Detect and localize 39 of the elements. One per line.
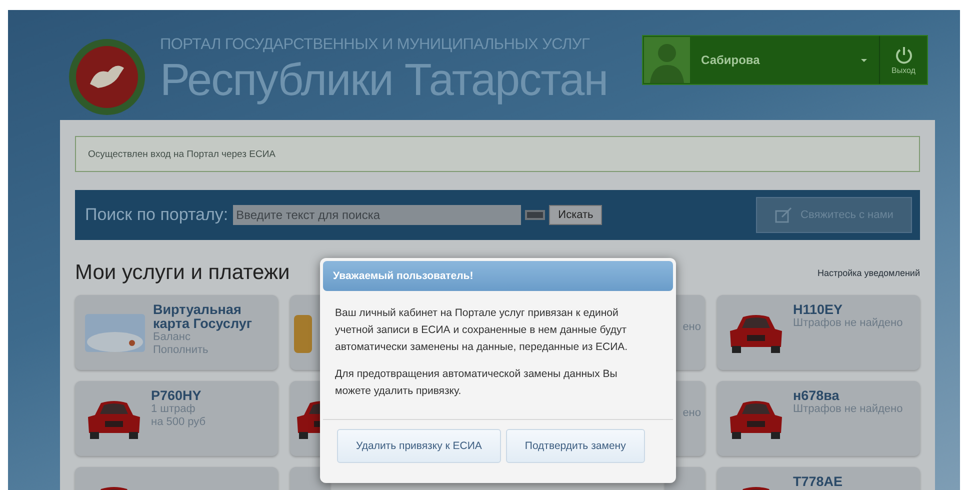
caret-icon: [861, 58, 867, 62]
power-icon: [894, 46, 912, 64]
user-name: Сабирова: [701, 53, 761, 67]
dialog-message: Для предотвращения автоматической замены данных Вы можете удалить привязку.: [335, 367, 618, 399]
card-title: T778AE: [793, 475, 843, 489]
service-card[interactable]: H110EY Штрафов не найдено: [717, 295, 920, 370]
portal-subtitle: ПОРТАЛ ГОСУДАРСТВЕННЫХ И МУНИЦИПАЛЬНЫХ УСЛУГ: [160, 36, 591, 54]
dialog-button[interactable]: Удалить привязку к ЕСИА: [337, 429, 501, 463]
card-title: H110EY: [793, 303, 844, 317]
service-card[interactable]: T778AE: [717, 467, 920, 490]
edit-icon: [774, 207, 793, 223]
section-title: Мои услуги и платежи: [75, 261, 290, 285]
dialog-button[interactable]: Подтвердить замену: [506, 429, 645, 463]
search-button[interactable]: Искать: [549, 205, 602, 225]
card-detail: Штрафов не найдено: [793, 403, 903, 416]
card-detail: Штрафов не найдено: [793, 317, 903, 330]
service-card[interactable]: н678ва Штрафов не найдено: [717, 381, 920, 456]
user-panel[interactable]: Сабирова Выход: [642, 35, 928, 85]
card-detail: на 500 руб: [151, 416, 206, 429]
card-detail: ено: [682, 321, 701, 334]
service-card[interactable]: P760HY 1 штраф на 500 руб: [75, 381, 278, 456]
bank-card-image: [85, 314, 145, 352]
login-notice: Осуществлен вход на Портал через ЕСИА: [75, 136, 920, 172]
service-card[interactable]: Виртуальная карта Госуслуг Баланс Пополнить: [75, 295, 278, 370]
card-detail: Пополнить: [153, 344, 210, 357]
search-label: Поиск по порталу:: [85, 205, 228, 225]
card-title: Виртуальная карта Госуслуг: [153, 303, 253, 331]
card-detail: ено: [682, 407, 701, 420]
notification-settings-link[interactable]: Настройка уведомлений: [817, 268, 920, 278]
portal-title: Республики Татарстан: [160, 54, 609, 106]
avatar-icon: [644, 37, 690, 83]
card-title: н678ва: [793, 389, 840, 403]
card-detail: Баланс: [153, 331, 192, 344]
card-detail: 1 штраф: [151, 403, 196, 416]
search-field[interactable]: Введите текст для поиска: [233, 205, 522, 225]
dialog-title: Уважаемый пользователь!: [333, 270, 474, 282]
card-title: P760HY: [151, 389, 202, 403]
keyboard-icon[interactable]: [525, 210, 546, 220]
dialog-message: Ваш личный кабинет на Портале услуг привязан к единой учетной записи в ЕСИА и сохраненные в нем данные будут автоматически заменены на данные, переданные из ЕСИА.: [335, 306, 629, 355]
